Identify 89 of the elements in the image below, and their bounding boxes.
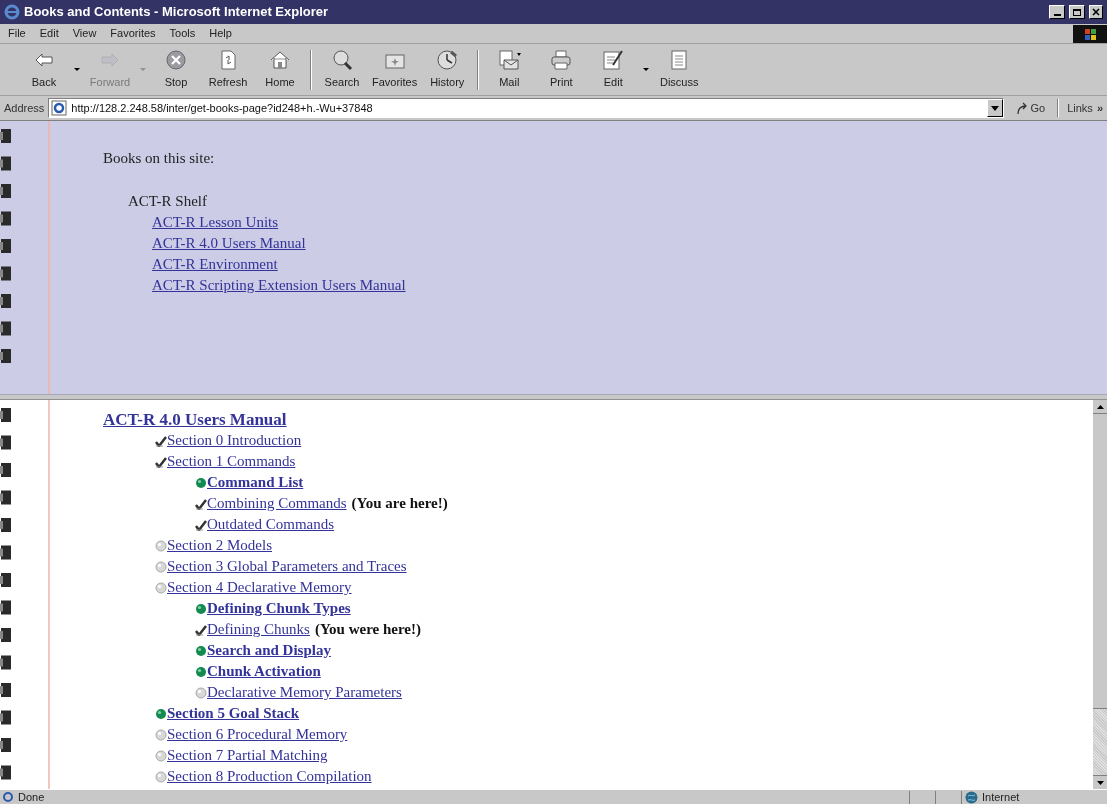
toolbar-button[interactable]: Home [254, 46, 306, 93]
section-link[interactable]: Section 4 Declarative Memory [167, 577, 352, 598]
section-link[interactable]: Section 0 Introduction [167, 430, 302, 451]
check-icon [155, 434, 167, 447]
menu-item[interactable]: View [72, 25, 97, 42]
dot-icon [155, 707, 167, 720]
section-link[interactable]: Command List [207, 472, 304, 493]
menu-item[interactable]: Help [209, 25, 232, 42]
section-link[interactable]: Search and Display [207, 640, 331, 661]
section-link[interactable]: Section 7 Partial Matching [167, 745, 328, 766]
dot-icon [155, 728, 167, 741]
restore-button[interactable] [1069, 5, 1085, 19]
toolbar-button[interactable]: Edit [587, 46, 640, 93]
toolbar-button[interactable]: Refresh [202, 46, 254, 93]
dot-icon [155, 560, 167, 573]
address-label: Address [4, 100, 45, 116]
section-link[interactable]: Section 8 Production Compilation [167, 766, 372, 787]
zone-text: Internet [982, 789, 1020, 804]
dot-icon [195, 476, 207, 489]
section-link[interactable]: Section 6 Procedural Memory [167, 724, 348, 745]
check-icon [195, 623, 207, 636]
section-link[interactable]: Combining Commands [207, 493, 347, 514]
dot-icon [155, 770, 167, 783]
search-icon [330, 48, 354, 73]
book-link[interactable]: ACT-R Scripting Extension Users Manual [152, 275, 406, 296]
section-link[interactable]: Section 2 Models [167, 535, 272, 556]
section-link[interactable]: Declarative Memory Parameters [207, 682, 402, 703]
dropdown-button[interactable] [986, 99, 1003, 117]
links-button[interactable]: Links [1063, 99, 1093, 117]
menu-item[interactable]: File [8, 25, 26, 42]
minimize-button[interactable] [1049, 5, 1065, 19]
page-icon [2, 791, 14, 803]
section-link[interactable]: Outdated Commands [207, 514, 335, 535]
notepad-icon [601, 48, 626, 73]
section-link[interactable]: Section 5 Goal Stack [167, 703, 300, 724]
page-icon [51, 100, 68, 116]
menu-item[interactable]: Edit [39, 25, 59, 42]
status-text: Done [17, 789, 46, 804]
dot-icon [155, 749, 167, 762]
dot-icon [195, 644, 207, 657]
manual-title-link[interactable]: ACT-R 4.0 Users Manual [103, 410, 287, 430]
shelf-name: ACT-R Shelf [128, 191, 209, 211]
printer-icon [549, 48, 574, 73]
menu-item[interactable]: Favorites [110, 25, 156, 42]
scroll-thumb[interactable] [1093, 414, 1107, 709]
section-link[interactable]: Chunk Activation [207, 661, 321, 682]
browser-icon [4, 4, 20, 20]
envelope-icon [497, 48, 522, 73]
check-icon [195, 497, 207, 510]
section-link[interactable]: Defining Chunk Types [207, 598, 351, 619]
clock-icon [435, 48, 460, 73]
dot-icon [195, 686, 207, 699]
toolbar-button[interactable]: Favorites [368, 46, 422, 93]
toolbar-button[interactable]: Stop [150, 46, 202, 93]
toolbar-button[interactable]: Search [316, 46, 368, 93]
menu-item[interactable]: Tools [169, 25, 196, 42]
book-link[interactable]: ACT-R Lesson Units [152, 212, 279, 233]
section-link[interactable]: Section 1 Commands [167, 451, 296, 472]
toolbar-button[interactable]: Print [535, 46, 588, 93]
scroll-down-icon[interactable] [1096, 780, 1104, 785]
dot-icon [155, 539, 167, 552]
chevron[interactable]: » [1096, 99, 1103, 117]
arrow-icon [1015, 101, 1029, 115]
toolbar-button[interactable]: Discuss [653, 46, 706, 93]
windows-logo-icon [1073, 24, 1107, 43]
dot-icon [195, 602, 207, 615]
section-link[interactable]: Section 3 Global Parameters and Traces [167, 556, 407, 577]
dot-icon [155, 581, 167, 594]
dot-icon [195, 665, 207, 678]
toolbar-button[interactable]: Back [18, 46, 70, 93]
book-link[interactable]: ACT-R 4.0 Users Manual [152, 233, 306, 254]
close-button[interactable] [1089, 5, 1103, 19]
location-note: (You are here!) [350, 494, 448, 513]
check-icon [155, 455, 167, 468]
scrollbar[interactable] [1093, 400, 1107, 789]
toolbar-button[interactable]: Mail [483, 46, 536, 93]
caret-icon [990, 105, 999, 111]
window-title: Books and Contents - Microsoft Internet Explorer [24, 3, 330, 22]
heading: Books on this site: [103, 149, 216, 168]
go-button[interactable]: Go [1007, 99, 1054, 117]
address-field[interactable]: http://128.2.248.58/inter/get-books-page?id248+h.-Wu+37848 [48, 98, 1004, 118]
book-link[interactable]: ACT-R Environment [152, 254, 278, 275]
globe-icon [965, 790, 978, 804]
section-link[interactable]: Defining Chunks [207, 619, 310, 640]
scroll-up-icon[interactable] [1096, 404, 1104, 409]
check-icon [195, 518, 207, 531]
location-note: (You were here!) [313, 620, 421, 639]
stop-icon [164, 48, 188, 73]
toolbar-button[interactable]: History [421, 46, 474, 93]
